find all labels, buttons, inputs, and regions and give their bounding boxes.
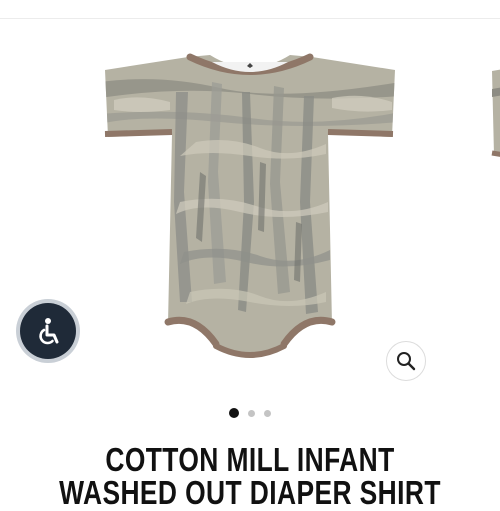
magnifier-icon xyxy=(397,352,416,371)
pagination-dot-3[interactable] xyxy=(264,409,271,417)
pagination-dot-2[interactable] xyxy=(248,409,255,417)
accessibility-button[interactable] xyxy=(20,303,76,359)
pagination-dot-1[interactable] xyxy=(229,408,239,418)
product-image-gallery[interactable] xyxy=(0,19,500,399)
top-bar xyxy=(0,0,500,19)
product-image xyxy=(104,53,395,358)
next-image-peek xyxy=(491,69,500,157)
gallery-pagination xyxy=(0,406,500,420)
accessibility-icon xyxy=(39,318,59,345)
zoom-button[interactable] xyxy=(386,341,426,381)
product-title: COTTON MILL INFANT WASHED OUT DIAPER SHI… xyxy=(59,441,441,511)
